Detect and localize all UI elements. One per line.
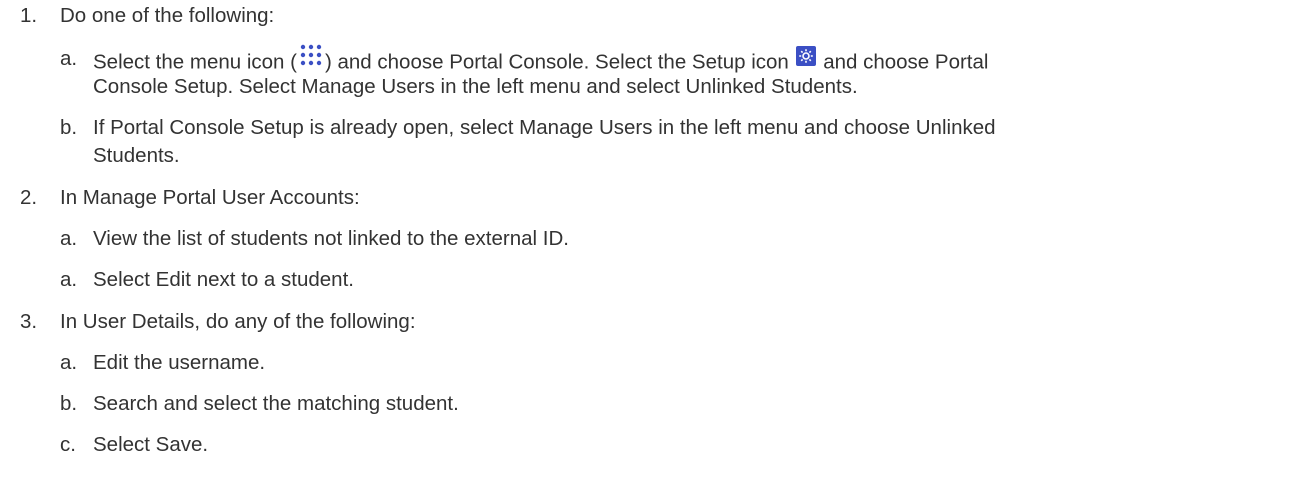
substep-text: If Portal Console Setup is already open,… bbox=[93, 116, 996, 139]
substep-text: Search and select the matching student. bbox=[93, 392, 459, 415]
substep-letter: b. bbox=[60, 392, 78, 415]
substep-1b-continuation: Students. bbox=[93, 144, 180, 168]
substep-letter: a. bbox=[60, 268, 78, 291]
substep-text: Console Setup. Select Manage Users in th… bbox=[93, 75, 858, 98]
substep-letter: a. bbox=[60, 227, 78, 250]
step-number: 2. bbox=[20, 186, 38, 209]
substep-letter: b. bbox=[60, 116, 78, 139]
setup-gear-icon bbox=[795, 46, 818, 76]
substep-text: View the list of students not linked to … bbox=[93, 227, 569, 250]
substep-text-part: Select the menu icon ( bbox=[93, 50, 297, 74]
substep-text: Select Save. bbox=[93, 433, 209, 456]
substep-text: Students. bbox=[93, 144, 180, 167]
step-text: In Manage Portal User Accounts: bbox=[60, 186, 360, 209]
substep-text-part: ) and choose Portal Console. Select the … bbox=[324, 50, 789, 74]
substep-text-part: and choose Portal bbox=[823, 50, 989, 74]
substep-letter: a. bbox=[60, 47, 78, 70]
step-number: 3. bbox=[20, 310, 38, 333]
step-text: Do one of the following: bbox=[60, 4, 275, 27]
step-text: In User Details, do any of the following… bbox=[60, 310, 416, 333]
substep-text: Select Edit next to a student. bbox=[93, 268, 354, 291]
step-number: 1. bbox=[20, 4, 38, 27]
substep-letter: c. bbox=[60, 433, 76, 456]
substep-text: Edit the username. bbox=[93, 351, 266, 374]
instructions-document: 1. Do one of the following: a. Select th… bbox=[0, 0, 1292, 483]
substep-1a-continuation: Console Setup. Select Manage Users in th… bbox=[93, 75, 858, 99]
substep-letter: a. bbox=[60, 351, 78, 374]
